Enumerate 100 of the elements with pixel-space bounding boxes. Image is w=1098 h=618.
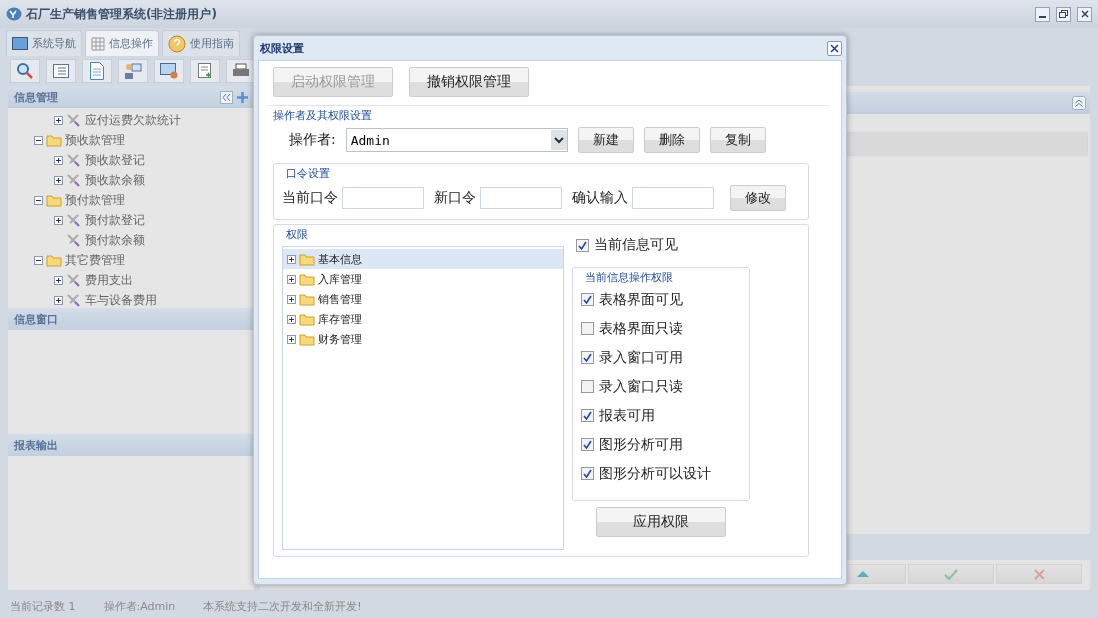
tab[interactable]: 使用指南	[162, 30, 240, 56]
checkbox[interactable]	[581, 438, 594, 451]
panel-title: 报表输出	[14, 437, 59, 453]
tree-item[interactable]: 预付款余额	[85, 231, 145, 249]
field-label: 新口令	[434, 189, 476, 207]
toolbar-button[interactable]	[46, 59, 76, 83]
expand-icon[interactable]	[287, 334, 296, 344]
restore-icon	[1059, 10, 1068, 18]
toolbar-button[interactable]	[154, 59, 184, 83]
expand-icon[interactable]	[54, 275, 63, 285]
tree-item[interactable]: 基本信息	[283, 249, 563, 269]
tab[interactable]: 系统导航	[6, 30, 82, 56]
checkbox[interactable]	[581, 467, 594, 480]
tree-item[interactable]: 预收款登记	[85, 151, 145, 169]
operator-select[interactable]: Admin	[345, 128, 568, 152]
minimize-button[interactable]	[1035, 6, 1050, 22]
apply-button[interactable]: 应用权限	[596, 507, 726, 537]
tree-item[interactable]: 应付运费欠款统计	[85, 111, 181, 129]
action-button[interactable]: 删除	[643, 127, 700, 153]
toolbar-button[interactable]	[190, 59, 220, 83]
checkbox[interactable]	[581, 293, 594, 306]
tools-icon	[66, 233, 82, 247]
tree-item[interactable]: 预收款余额	[85, 171, 145, 189]
collapse-icon[interactable]	[34, 195, 43, 205]
tree-item[interactable]: 其它费管理	[65, 251, 125, 269]
password-field[interactable]	[632, 187, 714, 209]
toolbar-button[interactable]	[118, 59, 148, 83]
tools-icon	[66, 173, 82, 187]
collapse-left-icon[interactable]	[220, 90, 233, 104]
close-button[interactable]	[1077, 6, 1092, 22]
group-title: 当前信息操作权限	[584, 270, 674, 285]
list-icon	[53, 64, 69, 78]
folder-icon	[299, 272, 315, 286]
folder-icon	[299, 312, 315, 326]
printer-icon	[232, 63, 250, 79]
expand-icon[interactable]	[54, 175, 63, 185]
status-text: 当前记录数 1	[10, 598, 76, 614]
password-field[interactable]	[342, 187, 424, 209]
checkbox-label: 当前信息可见	[594, 236, 678, 254]
collapse-icon[interactable]	[34, 255, 43, 265]
tree-item[interactable]: 预收款管理	[65, 131, 125, 149]
tree-item[interactable]: 预付款管理	[65, 191, 125, 209]
collapse-icon[interactable]	[34, 135, 43, 145]
tree-item[interactable]: 财务管理	[283, 329, 563, 349]
panel-title: 信息窗口	[14, 311, 59, 327]
checkbox-label: 表格界面可见	[599, 290, 683, 309]
tree-item[interactable]: 预付款登记	[85, 211, 145, 229]
close-button[interactable]	[827, 40, 842, 56]
group-title: 权限	[285, 227, 309, 242]
collapse-up-icon[interactable]	[1072, 96, 1086, 110]
field-label: 操作者:	[289, 131, 336, 149]
tree-item[interactable]: 销售管理	[283, 289, 563, 309]
folder-icon	[46, 133, 62, 147]
checkbox-label: 录入窗口只读	[599, 377, 683, 396]
checkbox[interactable]	[581, 409, 594, 422]
toolbar-button[interactable]	[82, 59, 112, 83]
tree-item[interactable]: 车与设备费用	[85, 291, 157, 309]
tree-item[interactable]: 库存管理	[283, 309, 563, 329]
tools-icon	[66, 153, 82, 167]
tree-item[interactable]: 入库管理	[283, 269, 563, 289]
expand-icon[interactable]	[54, 155, 63, 165]
folder-icon	[299, 332, 315, 346]
action-button[interactable]: 复制	[709, 127, 766, 153]
check-icon	[944, 568, 958, 580]
checkbox[interactable]	[576, 238, 589, 252]
tab[interactable]: 信息操作	[85, 30, 159, 56]
tree-item[interactable]: 费用支出	[85, 271, 133, 289]
app-logo-icon	[6, 7, 22, 21]
action-button[interactable]: 修改	[730, 185, 786, 211]
expand-icon[interactable]	[54, 215, 63, 225]
checkbox-label: 图形分析可以设计	[599, 464, 711, 483]
checkbox-label: 报表可用	[599, 406, 655, 425]
expand-icon[interactable]	[54, 115, 63, 125]
close-icon	[1033, 568, 1045, 580]
expand-icon[interactable]	[287, 254, 296, 264]
toolbar-button[interactable]	[10, 59, 40, 83]
document-icon	[90, 62, 104, 80]
checkbox-label: 录入窗口可用	[599, 348, 683, 367]
checkbox[interactable]	[581, 322, 594, 335]
window-title: 石厂生产销售管理系统(非注册用户)	[26, 5, 218, 23]
monitor-icon	[12, 37, 28, 50]
toolbar-button[interactable]	[226, 59, 256, 83]
tools-icon	[66, 273, 82, 287]
expand-icon[interactable]	[287, 274, 296, 284]
checkbox-label: 图形分析可用	[599, 435, 683, 454]
checkbox[interactable]	[581, 351, 594, 364]
user-icon	[124, 62, 142, 80]
up-triangle-icon	[857, 571, 869, 577]
expand-icon[interactable]	[287, 294, 296, 304]
search-icon	[16, 62, 34, 80]
folder-icon	[46, 253, 62, 267]
restore-button[interactable]	[1056, 6, 1071, 22]
group-title: 操作者及其权限设置	[273, 108, 373, 123]
toolbar-button[interactable]: 撤销权限管理	[409, 67, 529, 97]
checkbox[interactable]	[581, 380, 594, 393]
expand-icon[interactable]	[54, 295, 63, 305]
password-field[interactable]	[480, 187, 562, 209]
tools-icon	[66, 213, 82, 227]
action-button[interactable]: 新建	[577, 127, 634, 153]
expand-icon[interactable]	[287, 314, 296, 324]
